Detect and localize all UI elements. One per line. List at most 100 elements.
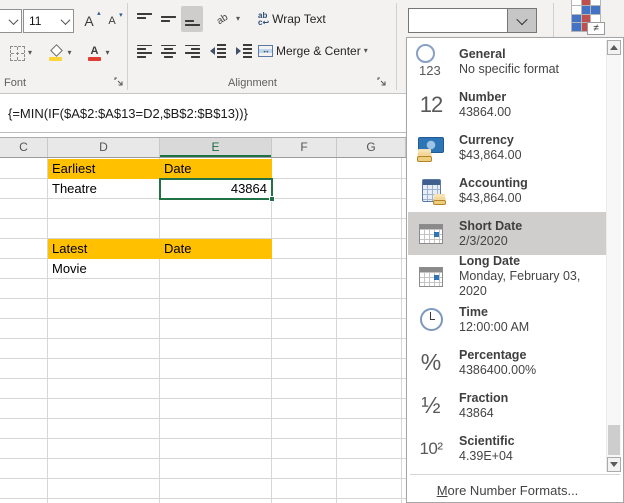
format-option-label: Scientific (459, 433, 515, 448)
font-color-icon (86, 46, 102, 61)
orientation-button[interactable] (210, 6, 246, 32)
format-option-scientific[interactable]: Scientific4.39E+04 (408, 427, 607, 470)
top-align-icon (136, 12, 152, 26)
format-option-example: 43864 (459, 405, 494, 420)
align-center-icon (160, 44, 176, 58)
format-option-label: Currency (459, 132, 514, 147)
shrink-font-button[interactable]: ▾ (101, 8, 123, 34)
fraction-icon (408, 384, 454, 427)
column-header-D[interactable]: D (48, 138, 160, 157)
cell-D6[interactable]: Movie (48, 259, 160, 279)
column-header-G[interactable]: G (337, 138, 406, 157)
borders-icon (9, 45, 25, 61)
time-icon (408, 298, 454, 341)
short-date-icon (408, 212, 454, 255)
cell-D1[interactable]: Earliest (48, 159, 160, 179)
format-option-currency[interactable]: Currency $43,864.00 (408, 126, 607, 169)
increase-indent-button[interactable] (232, 38, 256, 64)
format-option-fraction[interactable]: Fraction43864 (408, 384, 607, 427)
currency-icon (408, 126, 454, 169)
decrease-indent-icon (210, 44, 226, 58)
merge-center-icon (258, 45, 273, 57)
number-format-combo[interactable] (408, 8, 537, 33)
format-option-label: Percentage (459, 347, 527, 362)
fill-handle[interactable] (269, 196, 275, 202)
column-header-F[interactable]: F (272, 138, 337, 157)
gridline (159, 158, 160, 503)
number-format-dropdown-panel: GeneralNo specific formatNumber43864.00C… (406, 37, 624, 503)
font-name-combo[interactable] (0, 9, 22, 33)
more-label-prefix: M (436, 483, 448, 498)
format-option-example: $43,864.00 (459, 147, 522, 162)
menu-separator (410, 474, 620, 475)
scientific-icon (408, 427, 454, 470)
gridline (401, 158, 402, 503)
format-option-long-date[interactable]: Long Date Monday, February 03, 2020 (408, 254, 607, 298)
font-color-button[interactable] (82, 40, 114, 66)
column-header-E[interactable]: E (160, 138, 272, 157)
cell-D5[interactable]: Latest (48, 239, 160, 259)
cell-E1[interactable]: Date (160, 159, 272, 179)
alignment-dialog-launcher-icon[interactable] (377, 77, 387, 87)
scroll-up-icon[interactable] (607, 40, 621, 55)
wrap-text-label: Wrap Text (272, 12, 326, 26)
align-right-button[interactable] (181, 38, 203, 64)
decrease-indent-button[interactable] (206, 38, 230, 64)
excel-window: 11 ▴ ▾ Font Wrap Text Merge & Center Ali… (0, 0, 624, 503)
increase-indent-icon (236, 44, 252, 58)
format-option-label: Time (459, 304, 488, 319)
gridline (47, 158, 48, 503)
format-option-example: 4.39E+04 (459, 448, 513, 463)
wrap-text-button[interactable]: Wrap Text (258, 6, 326, 32)
number-format-dropdown-button[interactable] (507, 9, 536, 32)
middle-align-button[interactable] (157, 6, 179, 32)
fill-color-button[interactable] (44, 40, 76, 66)
top-align-button[interactable] (133, 6, 155, 32)
cell-D2[interactable]: Theatre (48, 179, 160, 199)
format-option-accounting[interactable]: Accounting $43,864.00 (408, 169, 607, 212)
more-label-rest: ore Number Formats... (447, 483, 579, 498)
formula-text: {=MIN(IF($A$2:$A$13=D2,$B$2:$B$13))} (8, 106, 248, 121)
fill-color-icon (48, 45, 64, 61)
cell-E5[interactable]: Date (160, 239, 272, 259)
more-number-formats-item[interactable]: More Number Formats... (407, 480, 608, 502)
format-option-general[interactable]: GeneralNo specific format (408, 40, 607, 83)
align-left-button[interactable] (133, 38, 155, 64)
align-left-icon (136, 44, 152, 58)
format-option-percentage[interactable]: Percentage4386400.00% (408, 341, 607, 384)
number-format-value (409, 9, 507, 32)
accounting-icon (408, 169, 454, 212)
scroll-down-icon[interactable] (607, 457, 621, 472)
font-group-label: Font (4, 77, 27, 89)
long-date-icon (408, 255, 454, 298)
align-center-button[interactable] (157, 38, 179, 64)
format-option-short-date[interactable]: Short Date 2/3/2020 (408, 212, 607, 255)
font-dialog-launcher-icon[interactable] (114, 77, 124, 87)
gridline (271, 158, 272, 503)
not-equal-badge-icon (587, 22, 605, 35)
grow-font-icon: ▴ (84, 10, 101, 29)
merge-center-label: Merge & Center (276, 44, 361, 58)
grid-rows (0, 159, 406, 503)
merge-center-button[interactable]: Merge & Center (258, 38, 368, 64)
font-size-combo[interactable]: 11 (23, 9, 74, 33)
bottom-align-icon (184, 13, 200, 26)
cell-E2[interactable]: 43864 (159, 178, 273, 200)
chevron-down-icon[interactable] (57, 10, 73, 32)
column-headers: CDEFG (0, 137, 406, 158)
general-icon (408, 40, 454, 83)
scrollbar-thumb[interactable] (608, 425, 620, 455)
chevron-down-icon[interactable] (5, 10, 21, 32)
format-option-label: General (459, 46, 506, 61)
bottom-align-button[interactable] (181, 6, 203, 32)
borders-button[interactable] (4, 40, 38, 66)
grow-font-button[interactable]: ▴ (78, 8, 101, 34)
align-right-icon (184, 44, 200, 58)
gridline (336, 158, 337, 503)
format-option-number[interactable]: Number43864.00 (408, 83, 607, 126)
column-header-C[interactable]: C (0, 138, 48, 157)
format-option-time[interactable]: Time 12:00:00 AM (408, 298, 607, 341)
format-option-label: Accounting (459, 175, 528, 190)
format-option-example: 12:00:00 AM (459, 319, 530, 334)
scrollbar[interactable] (606, 40, 621, 472)
